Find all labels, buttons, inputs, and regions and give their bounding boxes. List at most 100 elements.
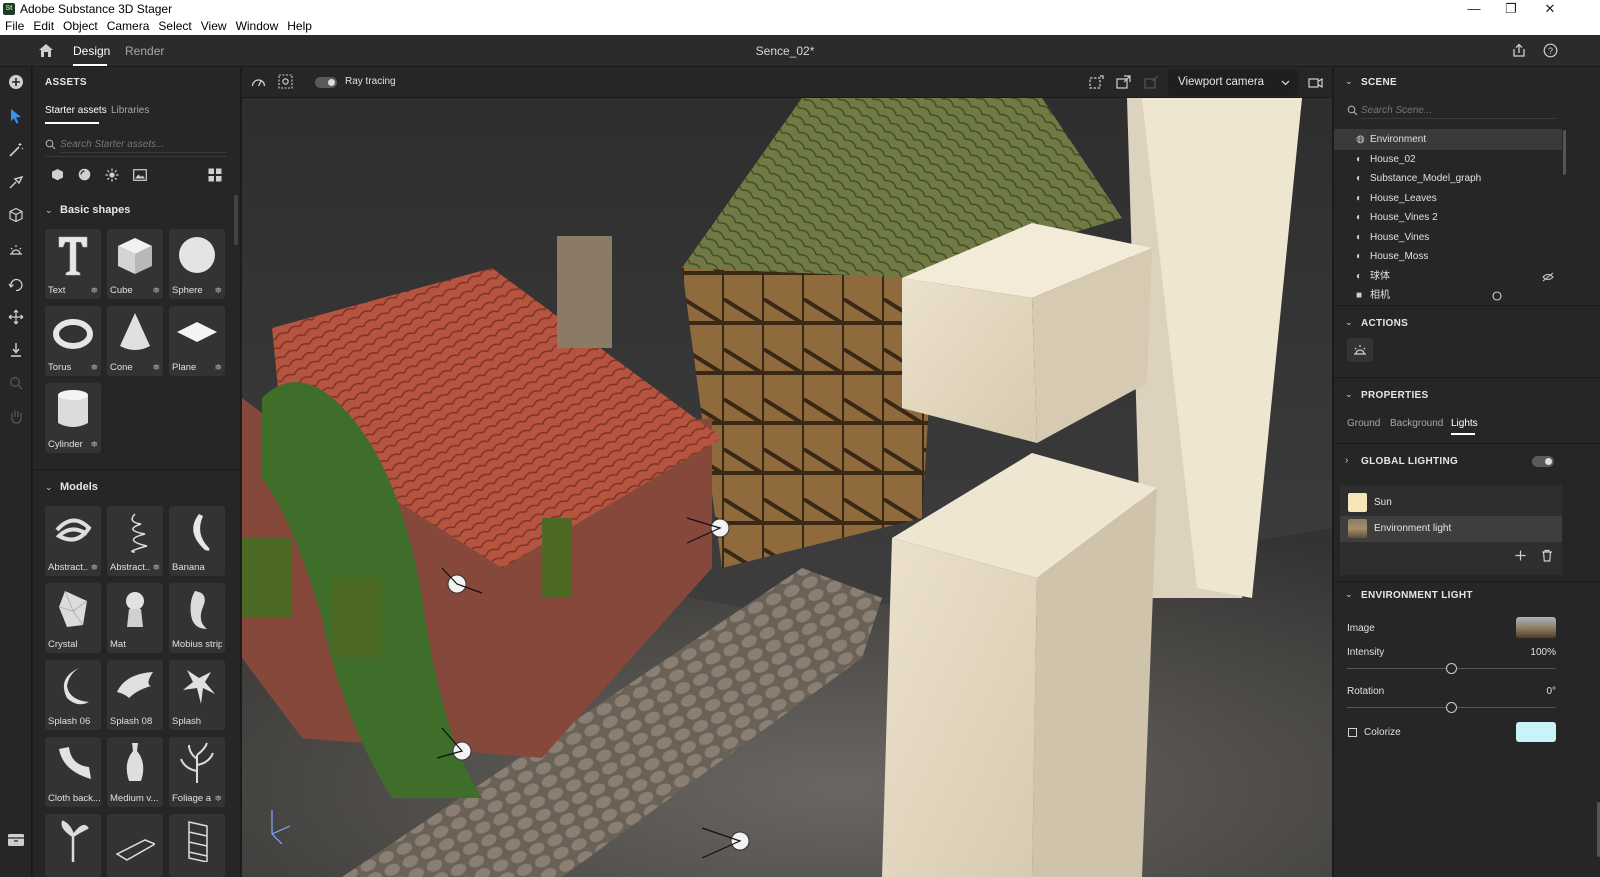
- zoom-icon[interactable]: [9, 376, 23, 390]
- menu-camera[interactable]: Camera: [102, 18, 154, 33]
- menu-window[interactable]: Window: [231, 18, 283, 33]
- asset-settings-icon[interactable]: ≑: [90, 562, 98, 573]
- home-icon[interactable]: [38, 43, 54, 58]
- properties-chevron-icon[interactable]: ⌄: [1345, 389, 1353, 400]
- asset-settings-icon[interactable]: ≑: [214, 362, 222, 373]
- render-settings-icon[interactable]: [278, 74, 293, 89]
- menu-object[interactable]: Object: [58, 18, 102, 33]
- scene-item-house-moss[interactable]: ◐ House_Moss: [1334, 247, 1562, 267]
- menu-select[interactable]: Select: [153, 18, 195, 33]
- basic-shapes-chevron-icon[interactable]: ⌄: [45, 205, 53, 216]
- hand-icon[interactable]: [9, 408, 23, 424]
- orbit-icon[interactable]: [8, 277, 24, 293]
- scene-search-input[interactable]: [1361, 103, 1557, 119]
- scene-item-house-leaves[interactable]: ◐ House_Leaves: [1334, 189, 1562, 209]
- rotation-slider-knob[interactable]: [1446, 702, 1457, 713]
- add-icon[interactable]: [8, 74, 24, 90]
- tab-starter-assets[interactable]: Starter assets: [45, 105, 107, 116]
- performance-gauge-icon[interactable]: [251, 75, 266, 88]
- asset-settings-icon[interactable]: ≑: [90, 285, 98, 296]
- asset-settings-icon[interactable]: ≑: [152, 362, 160, 373]
- asset-settings-icon[interactable]: ≑: [214, 793, 222, 804]
- camera-export-icon[interactable]: [1116, 75, 1131, 90]
- camera-active-icon[interactable]: [1492, 291, 1502, 301]
- minimize-button[interactable]: —: [1454, 0, 1494, 18]
- select-tool-icon[interactable]: [9, 108, 23, 124]
- filter-models-icon[interactable]: [51, 168, 64, 181]
- tab-libraries[interactable]: Libraries: [111, 105, 149, 116]
- filter-images-icon[interactable]: [133, 169, 147, 181]
- asset-tile-splash[interactable]: Splash: [169, 660, 225, 730]
- asset-tile-splash-08[interactable]: Splash 08: [107, 660, 163, 730]
- scene-item-house-02[interactable]: ◐ House_02: [1334, 150, 1562, 170]
- asset-tile-flower[interactable]: [45, 814, 101, 877]
- environment-image-thumbnail[interactable]: [1516, 617, 1556, 638]
- action-light-button[interactable]: [1347, 338, 1373, 362]
- tab-ground[interactable]: Ground: [1347, 418, 1380, 429]
- colorize-color-swatch[interactable]: [1516, 722, 1556, 742]
- asset-tile-text[interactable]: Text ≑: [45, 229, 101, 299]
- close-button[interactable]: ✕: [1530, 0, 1570, 18]
- tab-lights[interactable]: Lights: [1451, 418, 1478, 429]
- filter-materials-icon[interactable]: [78, 168, 91, 181]
- light-item-sun[interactable]: Sun: [1340, 490, 1562, 516]
- asset-tile-splash-06[interactable]: Splash 06: [45, 660, 101, 730]
- 3d-viewport[interactable]: [242, 98, 1332, 877]
- menu-help[interactable]: Help: [282, 18, 316, 33]
- add-light-icon[interactable]: [1515, 550, 1526, 561]
- paint-icon[interactable]: [8, 174, 24, 190]
- asset-tile-mobius[interactable]: Mobius strip: [169, 583, 225, 653]
- share-icon[interactable]: [1512, 43, 1526, 58]
- frame-camera-icon[interactable]: [1089, 75, 1104, 90]
- tab-background[interactable]: Background: [1390, 418, 1443, 429]
- tab-render[interactable]: Render: [125, 44, 164, 58]
- scene-item-camera[interactable]: ■ 相机: [1334, 286, 1562, 306]
- dolly-icon[interactable]: [9, 342, 23, 358]
- models-chevron-icon[interactable]: ⌄: [45, 482, 53, 493]
- scene-scrollbar[interactable]: [1563, 130, 1566, 175]
- filter-lights-icon[interactable]: [105, 168, 119, 182]
- camera-settings-icon[interactable]: [1308, 75, 1324, 90]
- asset-tile-abstract-1[interactable]: Abstract... ≑: [45, 506, 101, 576]
- light-tool-icon[interactable]: [8, 243, 24, 257]
- scene-item-environment[interactable]: ◍ Environment: [1334, 130, 1562, 150]
- asset-tile-cone[interactable]: Cone ≑: [107, 306, 163, 376]
- global-lighting-chevron-icon[interactable]: ›: [1345, 455, 1348, 466]
- intensity-slider-knob[interactable]: [1446, 663, 1457, 674]
- ray-tracing-toggle[interactable]: [315, 77, 337, 88]
- asset-settings-icon[interactable]: ≑: [152, 285, 160, 296]
- asset-tile-torus[interactable]: Torus ≑: [45, 306, 101, 376]
- asset-tile-medium-vase[interactable]: Medium v...: [107, 737, 163, 807]
- asset-tile-tray[interactable]: [107, 814, 163, 877]
- tab-design[interactable]: Design: [73, 44, 110, 58]
- cube-tool-icon[interactable]: [8, 207, 24, 223]
- menu-view[interactable]: View: [196, 18, 231, 33]
- environment-light-chevron-icon[interactable]: ⌄: [1345, 589, 1353, 600]
- scene-item-substance-graph[interactable]: ◐ Substance_Model_graph: [1334, 169, 1562, 189]
- asset-tile-sphere[interactable]: Sphere ≑: [169, 229, 225, 299]
- global-lighting-toggle[interactable]: [1532, 456, 1554, 467]
- grid-view-icon[interactable]: [208, 168, 222, 182]
- restore-button[interactable]: ❐: [1491, 0, 1531, 18]
- actions-chevron-icon[interactable]: ⌄: [1345, 317, 1353, 328]
- assets-search-input[interactable]: [60, 137, 226, 153]
- light-item-environment[interactable]: Environment light: [1340, 516, 1562, 542]
- magic-wand-icon[interactable]: [8, 142, 24, 158]
- asset-settings-icon[interactable]: ≑: [152, 562, 160, 573]
- scene-chevron-icon[interactable]: ⌄: [1345, 76, 1353, 87]
- scene-item-house-vines[interactable]: ◐ House_Vines: [1334, 228, 1562, 248]
- visibility-hidden-icon[interactable]: [1542, 272, 1554, 282]
- asset-tile-cloth-back[interactable]: Cloth back...: [45, 737, 101, 807]
- viewport-camera-select[interactable]: Viewport camera: [1168, 69, 1298, 96]
- scene-item-house-vines-2[interactable]: ◐ House_Vines 2: [1334, 208, 1562, 228]
- pan-icon[interactable]: [8, 309, 24, 325]
- menu-edit[interactable]: Edit: [28, 18, 58, 33]
- asset-tile-mat[interactable]: Mat: [107, 583, 163, 653]
- camera-import-icon[interactable]: [1144, 75, 1159, 90]
- help-icon[interactable]: ?: [1543, 43, 1558, 58]
- assets-scrollbar[interactable]: [234, 195, 238, 245]
- asset-settings-icon[interactable]: ≑: [90, 362, 98, 373]
- delete-light-icon[interactable]: [1541, 549, 1553, 562]
- asset-tile-shelf[interactable]: [169, 814, 225, 877]
- colorize-checkbox[interactable]: [1348, 728, 1357, 737]
